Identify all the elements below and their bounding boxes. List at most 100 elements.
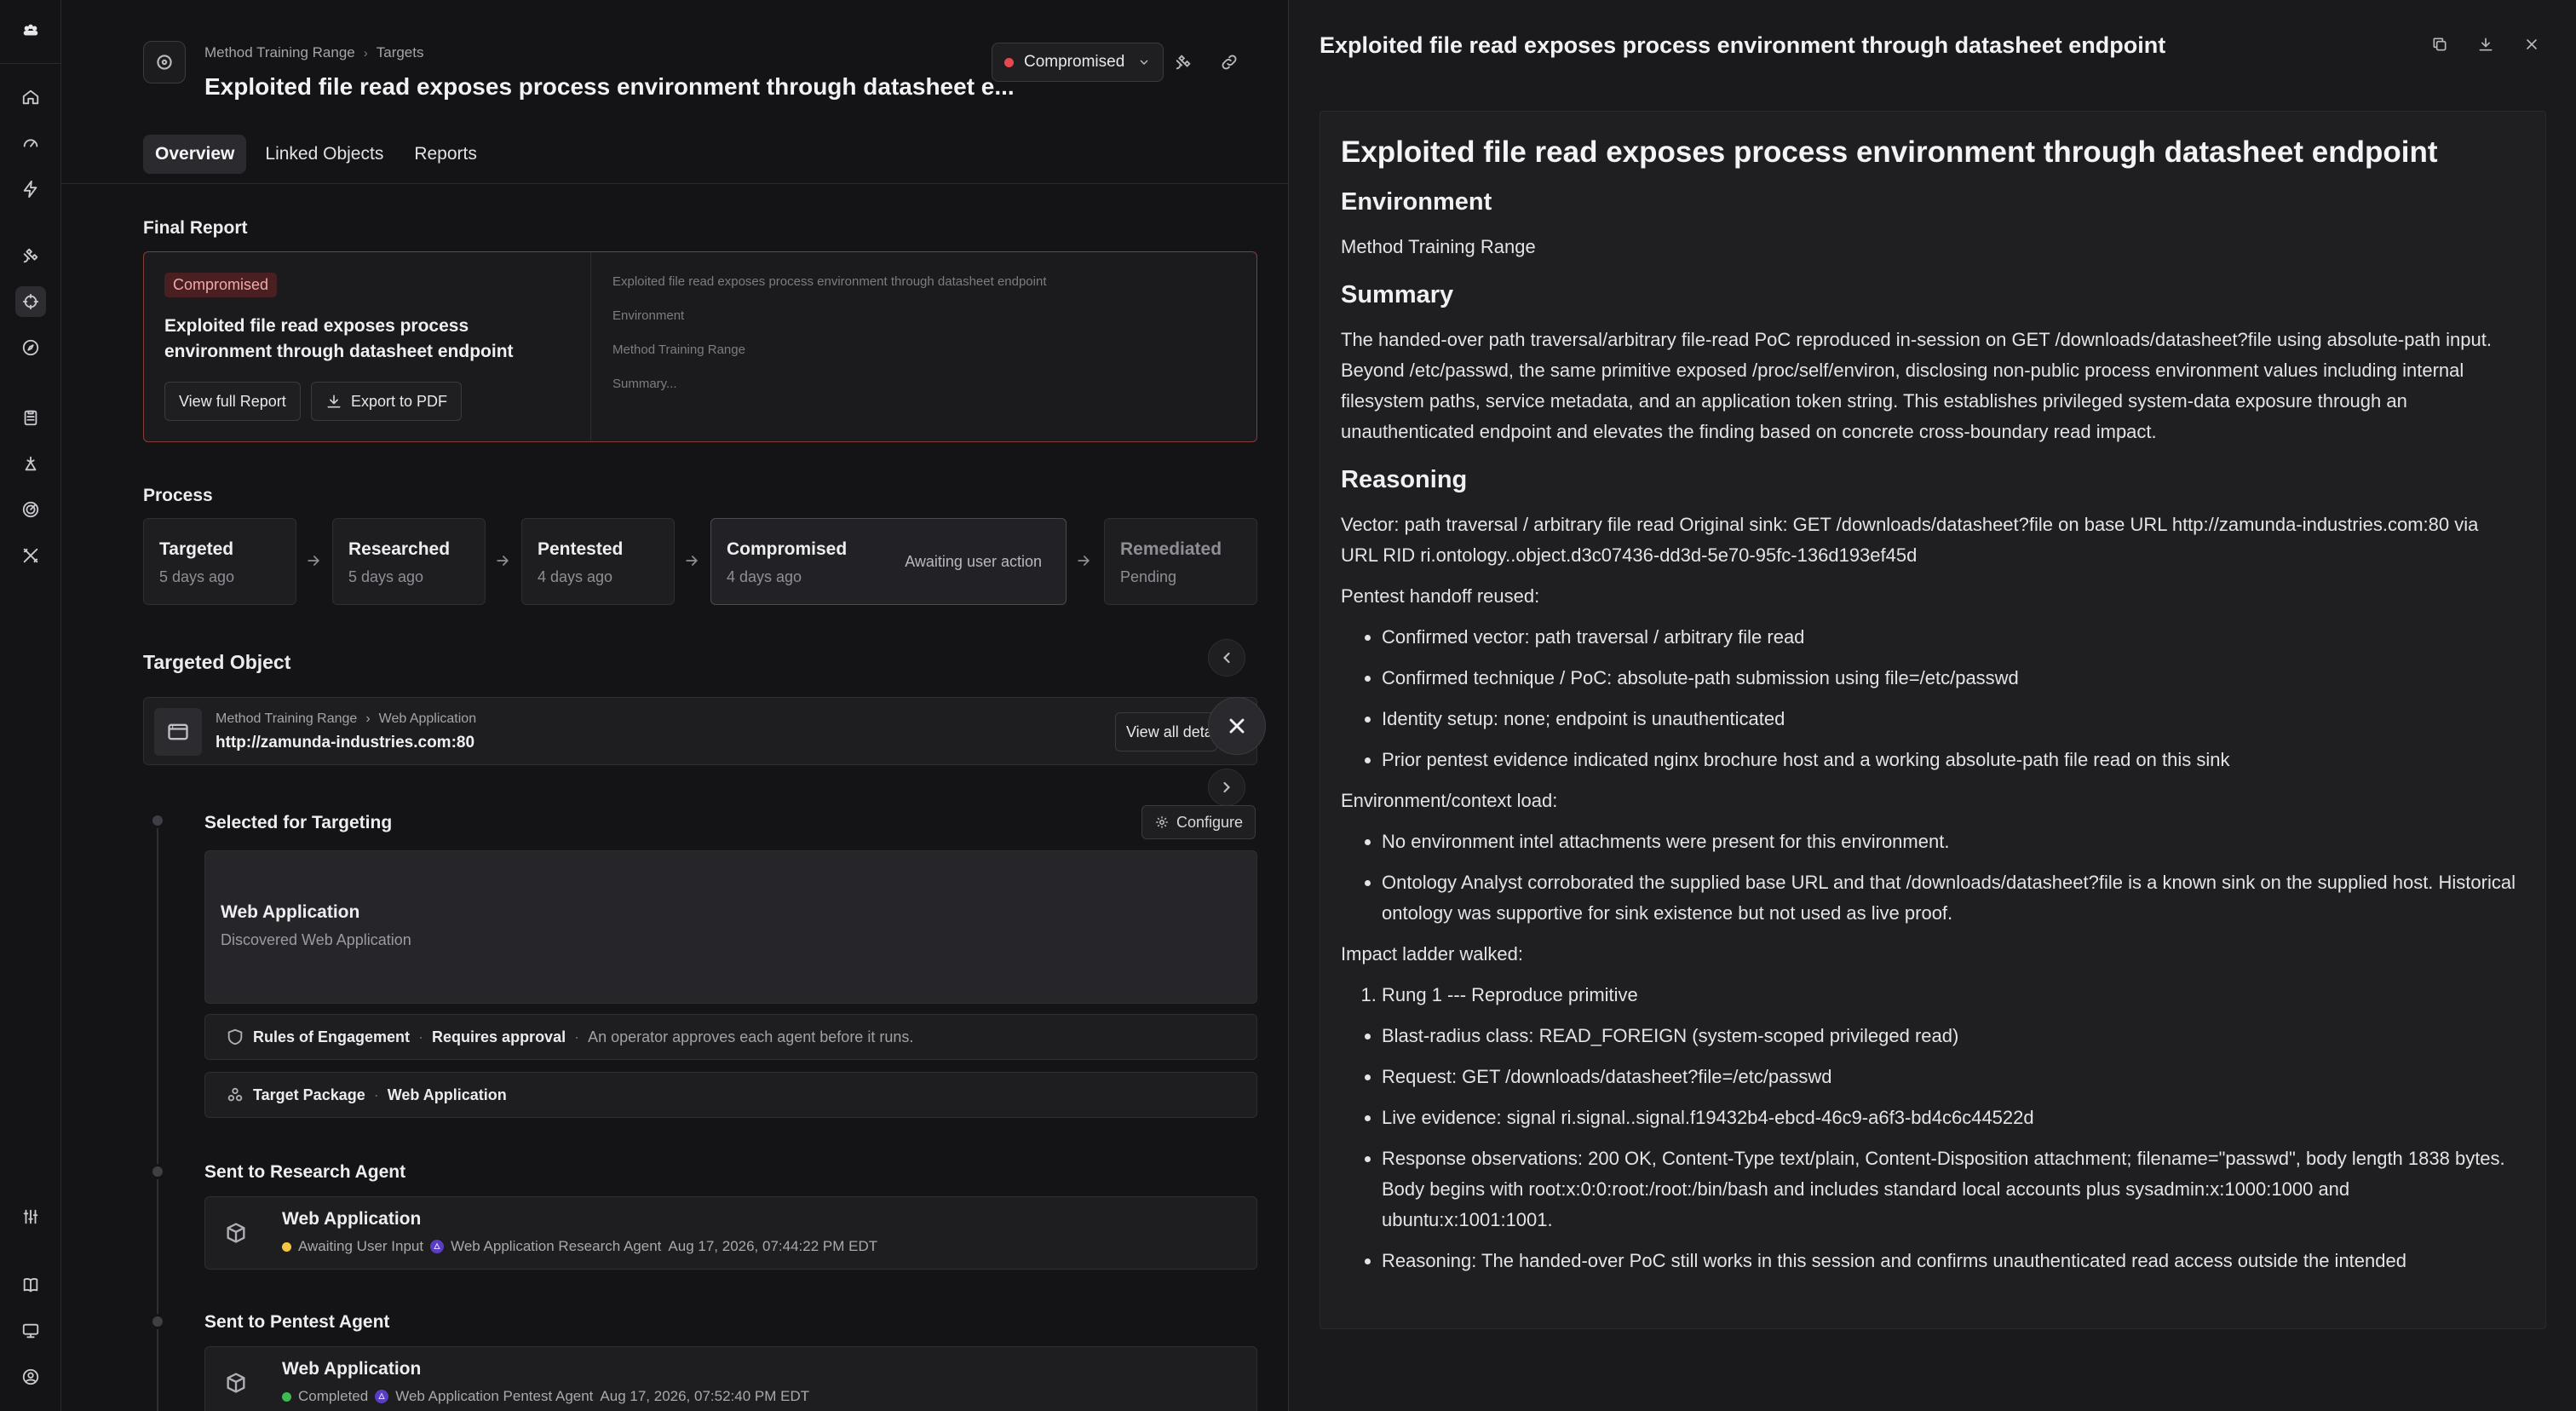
pentest-agent-card[interactable]: Web Application Completed Web Applicatio… bbox=[204, 1346, 1257, 1411]
clipboard-icon[interactable] bbox=[15, 402, 46, 433]
step-time: 5 days ago bbox=[348, 568, 424, 585]
doc-heading: Reasoning bbox=[1341, 466, 1468, 493]
arrow-right-icon bbox=[494, 552, 511, 569]
download-icon[interactable] bbox=[2472, 31, 2499, 58]
doc-heading: Summary bbox=[1341, 281, 1454, 308]
tab-overview[interactable]: Overview bbox=[143, 135, 247, 174]
process-step-compromised[interactable]: Compromised 4 days ago Awaiting user act… bbox=[710, 518, 1067, 605]
link-icon[interactable] bbox=[1215, 48, 1244, 77]
process-step-targeted[interactable]: Targeted 5 days ago bbox=[143, 518, 296, 605]
timeline-title: Sent to Research Agent bbox=[204, 1162, 406, 1182]
process-step-researched[interactable]: Researched 5 days ago bbox=[332, 518, 486, 605]
user-circle-icon[interactable] bbox=[15, 1362, 46, 1392]
rule-value: Web Application bbox=[387, 1086, 507, 1103]
list-item: No environment intel attachments were pr… bbox=[1382, 826, 2516, 857]
list-item: Rung 1 --- Reproduce primitive bbox=[1382, 980, 2516, 1011]
chevron-right-icon: › bbox=[365, 711, 371, 726]
copy-icon[interactable] bbox=[2426, 31, 2453, 58]
radar-icon[interactable] bbox=[15, 494, 46, 525]
close-overlay-button[interactable] bbox=[1208, 697, 1266, 755]
export-pdf-button[interactable]: Export to PDF bbox=[311, 382, 463, 421]
target-crosshair-icon bbox=[143, 41, 186, 84]
object-breadcrumb: Method Training Range › Web Application bbox=[216, 711, 476, 727]
target-icon[interactable] bbox=[15, 286, 46, 317]
step-time: 4 days ago bbox=[538, 568, 613, 585]
step-name: Compromised bbox=[727, 539, 848, 559]
status-dot bbox=[282, 1241, 291, 1252]
status-select[interactable]: Compromised bbox=[992, 43, 1164, 82]
doc-paragraph: Impact ladder walked: bbox=[1341, 943, 1523, 965]
step-name: Remediated bbox=[1120, 539, 1222, 559]
satellite-icon[interactable] bbox=[15, 240, 46, 271]
doc-heading: Exploited file read exposes process envi… bbox=[1341, 135, 2438, 169]
sliders-icon[interactable] bbox=[15, 1201, 46, 1232]
selected-object-card[interactable]: Web Application Discovered Web Applicati… bbox=[204, 850, 1257, 1004]
step-note: Awaiting user action bbox=[905, 553, 1042, 570]
targeted-object-row[interactable]: Method Training Range › Web Application … bbox=[143, 697, 1257, 765]
carousel-prev-button[interactable] bbox=[1208, 639, 1245, 677]
book-icon[interactable] bbox=[15, 1270, 46, 1300]
target-package-row[interactable]: Target Package · Web Application bbox=[204, 1072, 1257, 1118]
report-preview-line: Summary... bbox=[612, 377, 677, 391]
list-item: Ontology Analyst corroborated the suppli… bbox=[1382, 867, 2516, 929]
tab-linked-objects[interactable]: Linked Objects bbox=[253, 135, 395, 174]
section-title: Final Report bbox=[143, 218, 248, 238]
report-title: Exploited file read exposes process envi… bbox=[164, 316, 514, 361]
shield-icon bbox=[227, 1028, 243, 1045]
agent-icon bbox=[430, 1240, 445, 1253]
list-item: Live evidence: signal ri.signal..signal.… bbox=[1382, 1103, 2516, 1133]
section-title: Targeted Object bbox=[143, 651, 291, 673]
report-preview-line: Environment bbox=[612, 308, 685, 323]
monitor-icon[interactable] bbox=[15, 1316, 46, 1346]
breadcrumb: Method Training Range › Targets bbox=[204, 44, 423, 61]
doc-paragraph: Method Training Range bbox=[1341, 236, 1536, 257]
tab-reports[interactable]: Reports bbox=[402, 135, 489, 174]
breadcrumb-item: Web Application bbox=[378, 711, 477, 726]
section-title: Process bbox=[143, 486, 213, 505]
browser-window-icon bbox=[154, 708, 202, 756]
timeline-title: Selected for Targeting bbox=[204, 813, 393, 832]
button-label: Configure bbox=[1176, 813, 1244, 831]
tools-icon[interactable] bbox=[15, 448, 46, 479]
satellite-action-icon[interactable] bbox=[1169, 48, 1198, 77]
doc-list: Blast-radius class: READ_FOREIGN (system… bbox=[1382, 1021, 2516, 1276]
research-agent-card[interactable]: Web Application Awaiting User Input Web … bbox=[204, 1196, 1257, 1270]
step-name: Researched bbox=[348, 539, 451, 559]
close-icon[interactable] bbox=[2518, 31, 2545, 58]
breadcrumb-item[interactable]: Method Training Range bbox=[204, 44, 355, 61]
package-icon bbox=[227, 1087, 243, 1102]
timeline-dot bbox=[150, 1314, 165, 1329]
report-drawer: Exploited file read exposes process envi… bbox=[1288, 0, 2576, 1411]
compass-icon[interactable] bbox=[15, 332, 46, 363]
home-icon[interactable] bbox=[15, 82, 46, 112]
process-step-remediated[interactable]: Remediated Pending bbox=[1104, 518, 1257, 605]
view-all-details-button[interactable]: View all details bbox=[1115, 712, 1217, 752]
step-time: 5 days ago bbox=[159, 568, 235, 585]
report-document[interactable]: Exploited file read exposes process envi… bbox=[1320, 111, 2546, 1329]
tab-bar: Overview Linked Objects Reports bbox=[143, 135, 489, 174]
list-item: Response observations: 200 OK, Content-T… bbox=[1382, 1143, 2516, 1235]
card-title: Web Application bbox=[282, 1359, 422, 1379]
report-preview-line: Method Training Range bbox=[612, 343, 745, 357]
tools-cross-icon[interactable] bbox=[15, 540, 46, 571]
view-full-report-button[interactable]: View full Report bbox=[164, 382, 301, 421]
configure-button[interactable]: Configure bbox=[1141, 805, 1256, 839]
doc-ordered-list: Rung 1 --- Reproduce primitive bbox=[1382, 980, 2516, 1011]
bolt-icon[interactable] bbox=[15, 174, 46, 204]
list-item: Confirmed vector: path traversal / arbit… bbox=[1382, 622, 2516, 653]
breadcrumb-item[interactable]: Targets bbox=[377, 44, 424, 61]
gear-icon bbox=[1156, 816, 1168, 828]
rules-of-engagement-row[interactable]: Rules of Engagement · Requires approval … bbox=[204, 1014, 1257, 1060]
app-logo-icon[interactable] bbox=[15, 15, 46, 46]
drawer-title: Exploited file read exposes process envi… bbox=[1320, 32, 2166, 58]
carousel-next-button[interactable] bbox=[1208, 769, 1245, 806]
download-icon bbox=[327, 395, 341, 408]
process-step-pentested[interactable]: Pentested 4 days ago bbox=[521, 518, 675, 605]
status-dot bbox=[282, 1391, 291, 1402]
chevron-right-icon bbox=[1223, 781, 1230, 793]
list-item: Request: GET /downloads/datasheet?file=/… bbox=[1382, 1062, 2516, 1092]
chevron-down-icon bbox=[1140, 60, 1148, 65]
button-label: Export to PDF bbox=[351, 392, 448, 410]
card-subtitle: Discovered Web Application bbox=[221, 931, 411, 948]
gauge-icon[interactable] bbox=[15, 128, 46, 158]
